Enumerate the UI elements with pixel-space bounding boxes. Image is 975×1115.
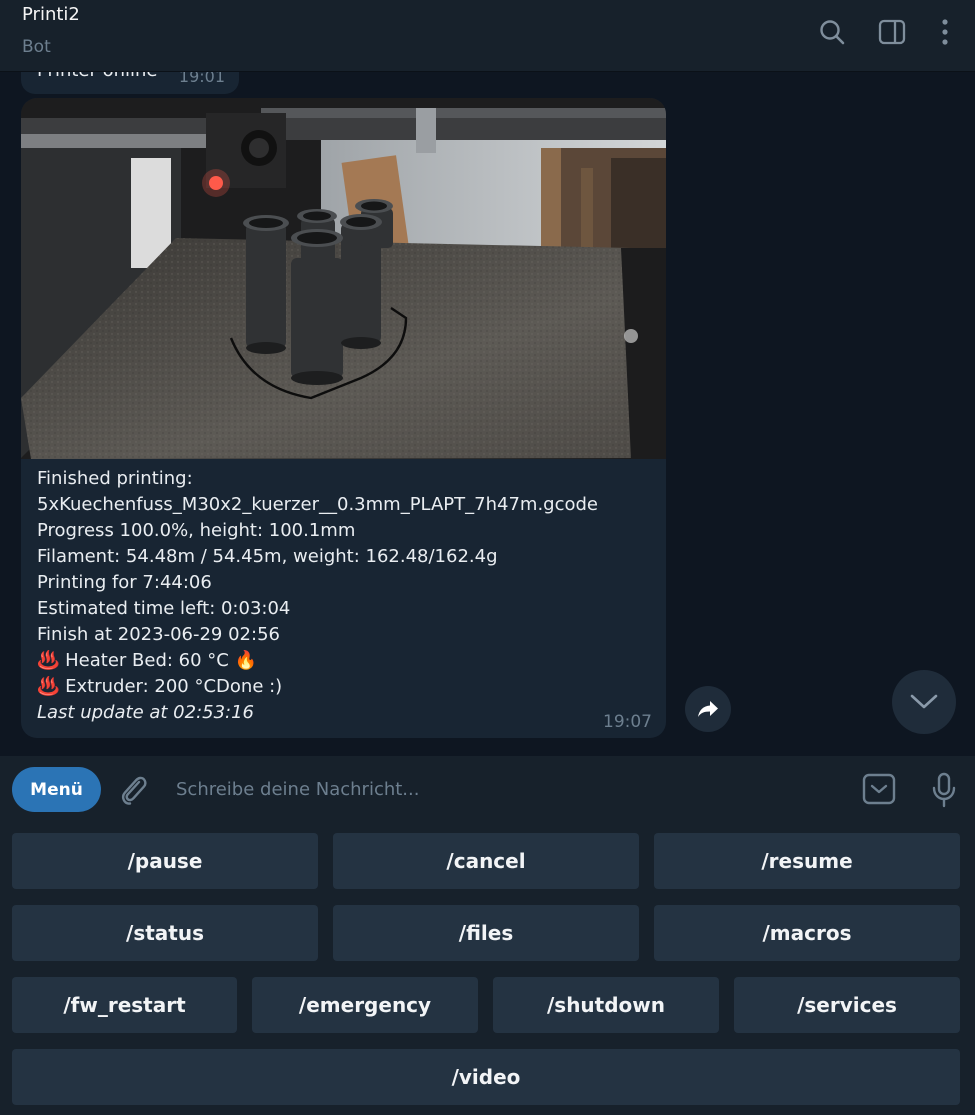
chat-history[interactable]: Printer online 19:01 xyxy=(0,72,975,756)
sidebar-toggle-icon[interactable] xyxy=(875,14,909,50)
cancel-button[interactable]: /cancel xyxy=(333,833,639,889)
chat-subtitle: Bot xyxy=(22,37,51,57)
previous-message-text: Printer online xyxy=(37,72,158,81)
search-icon[interactable] xyxy=(815,14,849,50)
fw-restart-button[interactable]: /fw_restart xyxy=(12,977,237,1033)
message-input[interactable] xyxy=(168,767,848,811)
message-time: 19:07 xyxy=(603,712,652,732)
status-button[interactable]: /status xyxy=(12,905,318,961)
bot-keyboard: /pause /cancel /resume /status /files /m… xyxy=(0,822,975,1115)
microphone-icon[interactable] xyxy=(925,770,963,810)
menu-button[interactable]: Menü xyxy=(12,767,101,812)
message-line: Finished printing: xyxy=(37,468,193,489)
bot-keyboard-icon[interactable] xyxy=(860,770,898,808)
resume-button[interactable]: /resume xyxy=(654,833,960,889)
chevron-down-icon[interactable] xyxy=(892,670,956,734)
services-button[interactable]: /services xyxy=(734,977,960,1033)
video-button[interactable]: /video xyxy=(12,1049,960,1105)
message-line: Finish at 2023-06-29 02:56 xyxy=(37,624,280,645)
message-line: ♨️ Heater Bed: 60 °C 🔥 xyxy=(37,650,257,671)
message-text: Finished printing: 5xKuechenfuss_M30x2_k… xyxy=(37,466,657,726)
printer-photo[interactable] xyxy=(21,98,666,459)
message-line: Printing for 7:44:06 xyxy=(37,572,212,593)
forward-icon[interactable] xyxy=(685,686,731,732)
last-update-line: Last update at 02:53:16 xyxy=(37,702,255,723)
previous-message-time: 19:01 xyxy=(178,72,225,86)
message-composer: Menü xyxy=(0,756,975,822)
message-line: 5xKuechenfuss_M30x2_kuerzer__0.3mm_PLAPT… xyxy=(37,494,599,515)
message-line: Estimated time left: 0:03:04 xyxy=(37,598,291,619)
emergency-button[interactable]: /emergency xyxy=(252,977,478,1033)
more-vertical-icon[interactable] xyxy=(928,14,962,50)
shutdown-button[interactable]: /shutdown xyxy=(493,977,719,1033)
pause-button[interactable]: /pause xyxy=(12,833,318,889)
message-bubble[interactable]: Finished printing: 5xKuechenfuss_M30x2_k… xyxy=(21,98,666,738)
files-button[interactable]: /files xyxy=(333,905,639,961)
previous-message-bubble: Printer online 19:01 xyxy=(21,72,239,94)
chat-title[interactable]: Printi2 xyxy=(22,4,80,25)
macros-button[interactable]: /macros xyxy=(654,905,960,961)
message-line: ♨️ Extruder: 200 °CDone :) xyxy=(37,676,283,697)
paperclip-icon[interactable] xyxy=(114,770,154,810)
chat-header: Printi2 Bot xyxy=(0,0,975,72)
message-line: Filament: 54.48m / 54.45m, weight: 162.4… xyxy=(37,546,498,567)
message-line: Progress 100.0%, height: 100.1mm xyxy=(37,520,356,541)
